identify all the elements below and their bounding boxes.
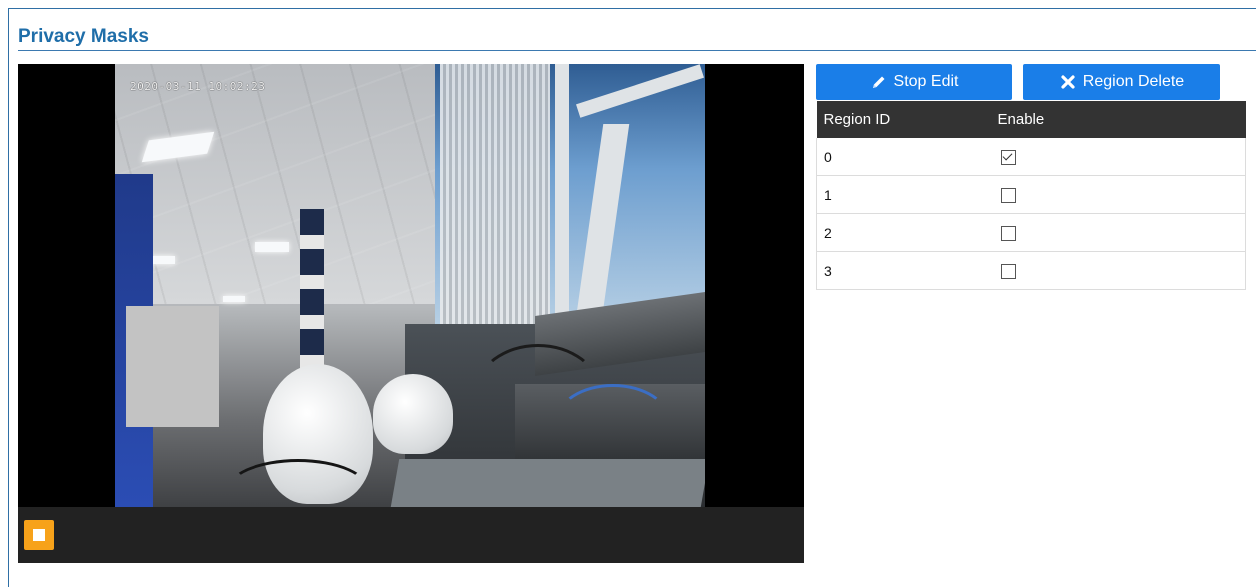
stop-icon (33, 529, 45, 541)
osd-timestamp: 2020-03-11 10:02:23 (130, 80, 266, 93)
x-icon (1059, 73, 1077, 91)
video-toolbar (18, 507, 804, 563)
table-row[interactable]: 0 (816, 138, 1246, 176)
region-id-cell: 3 (816, 251, 991, 290)
stop-edit-button[interactable]: Stop Edit (816, 64, 1012, 100)
enable-checkbox[interactable] (1000, 263, 1016, 279)
region-id-cell: 2 (816, 213, 991, 252)
column-header-region-id: Region ID (816, 101, 991, 138)
region-delete-button[interactable]: Region Delete (1023, 64, 1220, 100)
video-preview[interactable]: 2020-03-11 10:02:23 (18, 64, 804, 507)
stop-button[interactable] (24, 520, 54, 550)
enable-cell (990, 138, 1246, 176)
title-divider (18, 50, 1256, 51)
region-id-cell: 0 (816, 138, 991, 176)
table-row[interactable]: 3 (816, 251, 1246, 290)
enable-cell (990, 175, 1246, 214)
enable-checkbox[interactable] (1000, 149, 1016, 165)
region-delete-label: Region Delete (1082, 73, 1185, 90)
region-id-cell: 1 (816, 175, 991, 214)
camera-image (115, 64, 705, 507)
enable-cell (990, 251, 1246, 290)
pencil-icon (870, 73, 888, 91)
table-header-row: Region ID Enable (816, 101, 1246, 138)
enable-checkbox[interactable] (1000, 225, 1016, 241)
privacy-mask-region[interactable] (126, 306, 219, 427)
region-table: Region ID Enable 0 1 2 3 (816, 101, 1246, 290)
enable-cell (990, 213, 1246, 252)
table-row[interactable]: 1 (816, 175, 1246, 214)
enable-checkbox[interactable] (1000, 187, 1016, 203)
page-title: Privacy Masks (18, 26, 149, 47)
table-row[interactable]: 2 (816, 213, 1246, 252)
column-header-enable: Enable (990, 101, 1246, 138)
stop-edit-label: Stop Edit (893, 73, 959, 90)
